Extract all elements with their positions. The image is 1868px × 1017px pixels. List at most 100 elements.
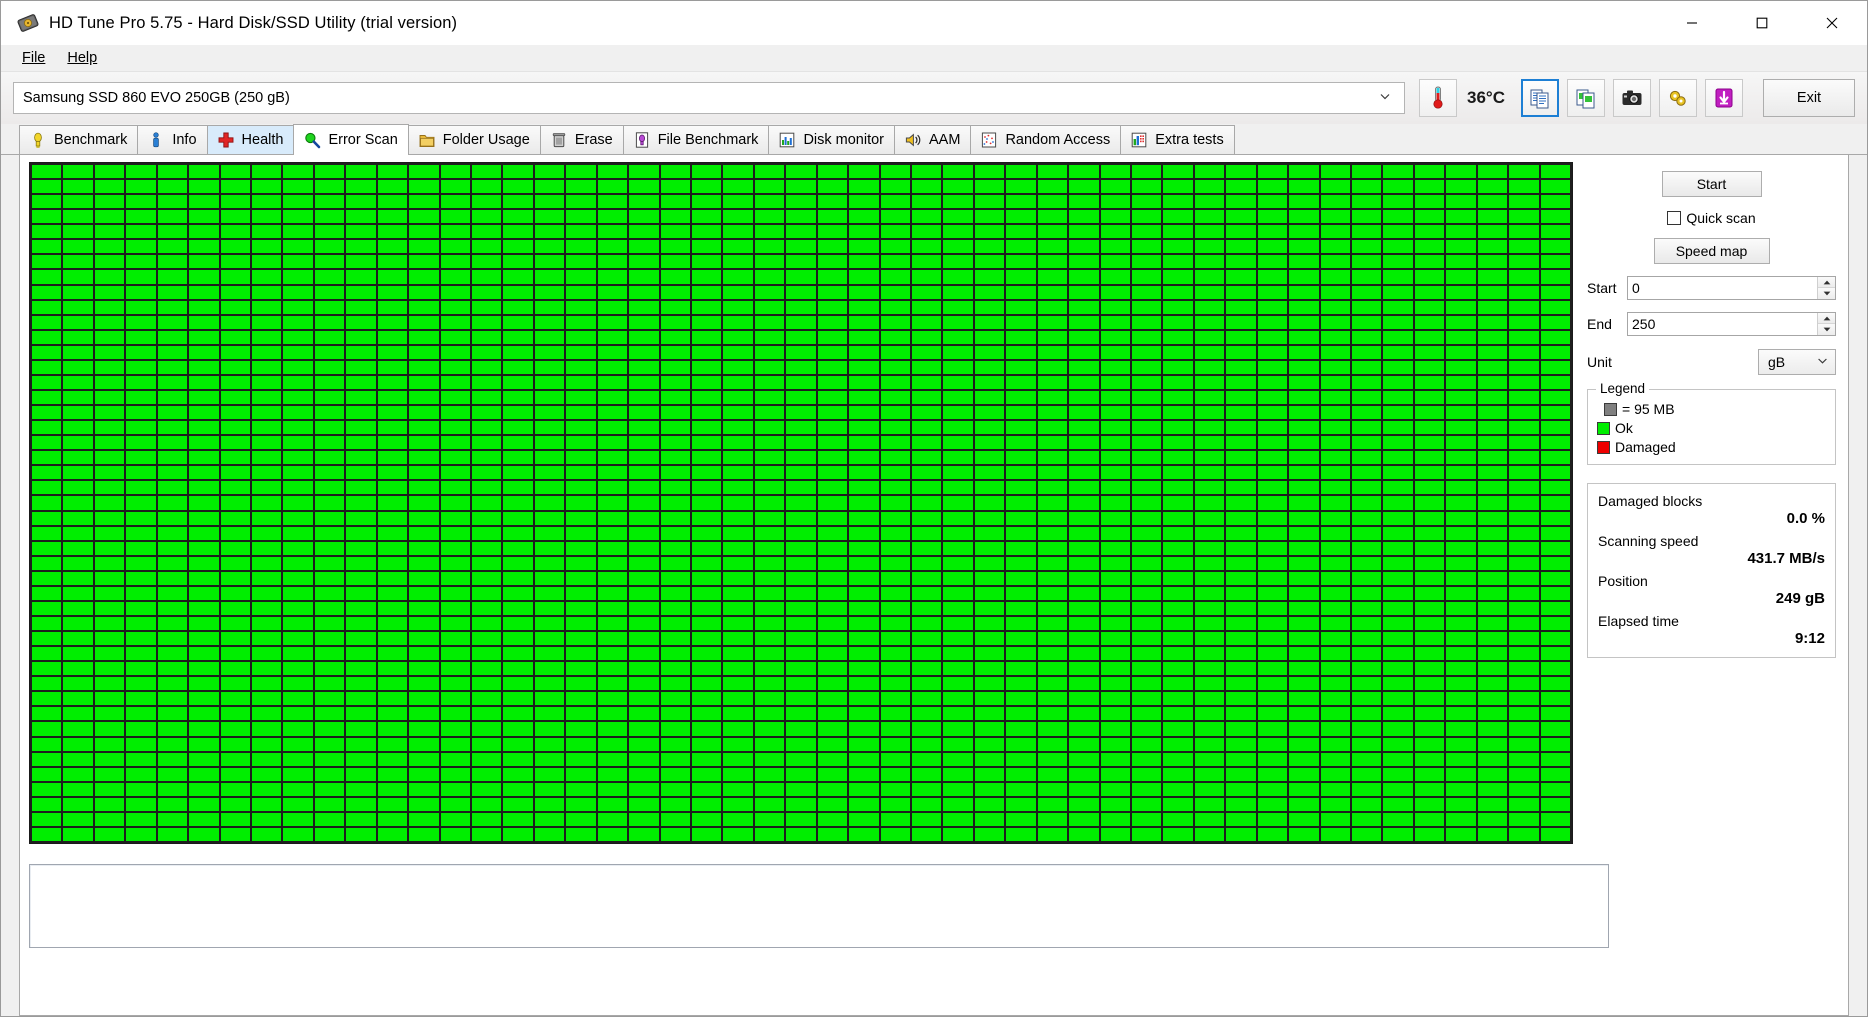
block-cell bbox=[94, 737, 125, 751]
tab-folder-usage[interactable]: Folder Usage bbox=[407, 125, 541, 154]
tab-file-benchmark[interactable]: File Benchmark bbox=[622, 125, 770, 154]
block-cell bbox=[1446, 180, 1476, 194]
block-cell bbox=[1352, 526, 1382, 540]
block-cell bbox=[63, 526, 93, 540]
block-cell bbox=[1006, 797, 1036, 811]
block-cell bbox=[252, 827, 282, 841]
copy-text-button[interactable] bbox=[1521, 79, 1559, 117]
quick-scan-checkbox[interactable]: Quick scan bbox=[1667, 210, 1756, 226]
block-cell bbox=[629, 767, 659, 781]
block-cell bbox=[597, 616, 628, 631]
block-cell bbox=[817, 375, 848, 389]
block-cell bbox=[754, 662, 785, 676]
tab-benchmark[interactable]: Benchmark bbox=[19, 125, 139, 154]
block-cell bbox=[786, 165, 816, 179]
block-cell bbox=[566, 767, 596, 781]
download-button[interactable] bbox=[1705, 79, 1743, 117]
tab-random-access[interactable]: Random Access bbox=[970, 125, 1122, 154]
speed-map-button[interactable]: Speed map bbox=[1653, 238, 1770, 264]
block-cell bbox=[974, 330, 1005, 344]
block-cell bbox=[440, 360, 470, 374]
block-cell bbox=[1006, 285, 1036, 299]
start-stepper[interactable] bbox=[1627, 276, 1836, 300]
block-cell bbox=[1289, 195, 1319, 209]
block-cell bbox=[786, 692, 816, 706]
block-cell bbox=[63, 782, 93, 796]
block-cell bbox=[692, 240, 722, 254]
start-input[interactable] bbox=[1628, 277, 1817, 299]
menu-item-file[interactable]: File bbox=[11, 47, 56, 69]
block-cell bbox=[189, 436, 219, 450]
tab-extra-tests[interactable]: Extra tests bbox=[1120, 125, 1235, 154]
tab-info[interactable]: Info bbox=[137, 125, 208, 154]
block-cell bbox=[1383, 451, 1413, 465]
log-output[interactable] bbox=[29, 864, 1609, 948]
unit-select[interactable]: gB bbox=[1758, 349, 1836, 375]
end-stepper[interactable] bbox=[1627, 312, 1836, 336]
block-cell bbox=[1226, 345, 1256, 359]
block-cell bbox=[1163, 647, 1193, 661]
end-input[interactable] bbox=[1628, 313, 1817, 335]
block-cell bbox=[1446, 647, 1476, 661]
block-cell bbox=[1226, 677, 1256, 691]
block-cell bbox=[566, 195, 596, 209]
block-cell bbox=[314, 285, 345, 299]
block-cell bbox=[252, 195, 282, 209]
block-cell bbox=[1006, 165, 1036, 179]
block-cell bbox=[1194, 571, 1225, 585]
block-cell bbox=[786, 345, 816, 359]
block-cell bbox=[1257, 827, 1288, 841]
block-cell bbox=[346, 526, 376, 540]
block-map[interactable] bbox=[29, 162, 1573, 844]
screenshot-button[interactable] bbox=[1613, 79, 1651, 117]
block-cell bbox=[32, 330, 62, 344]
tab-health[interactable]: Health bbox=[206, 125, 295, 154]
drive-select[interactable]: Samsung SSD 860 EVO 250GB (250 gB) bbox=[13, 82, 1406, 114]
maximize-button[interactable] bbox=[1727, 1, 1797, 45]
end-stepper-up[interactable] bbox=[1818, 313, 1835, 324]
tab-error-scan[interactable]: Error Scan bbox=[293, 124, 409, 155]
start-stepper-down[interactable] bbox=[1818, 288, 1835, 299]
tab-erase[interactable]: Erase bbox=[539, 125, 624, 154]
tab-aam-label: AAM bbox=[929, 132, 961, 148]
tab-disk-monitor[interactable]: Disk monitor bbox=[768, 125, 896, 154]
block-cell bbox=[1257, 616, 1288, 631]
block-cell bbox=[660, 526, 690, 540]
start-button[interactable]: Start bbox=[1661, 171, 1762, 197]
block-cell bbox=[1226, 632, 1256, 646]
block-cell bbox=[1383, 767, 1413, 781]
menu-item-help[interactable]: Help bbox=[56, 47, 108, 69]
block-cell bbox=[1194, 797, 1225, 811]
end-stepper-down[interactable] bbox=[1818, 324, 1835, 335]
block-cell bbox=[63, 255, 93, 269]
block-cell bbox=[1540, 647, 1570, 661]
block-cell bbox=[1132, 436, 1162, 450]
block-cell bbox=[283, 752, 313, 766]
copy-documents-icon bbox=[1530, 89, 1549, 109]
options-button[interactable] bbox=[1659, 79, 1697, 117]
block-cell bbox=[1540, 345, 1570, 359]
start-stepper-arrows[interactable] bbox=[1817, 277, 1835, 299]
thermometer-button[interactable] bbox=[1419, 79, 1458, 117]
block-cell bbox=[1540, 165, 1570, 179]
block-cell bbox=[1352, 210, 1382, 224]
end-stepper-arrows[interactable] bbox=[1817, 313, 1835, 335]
copy-image-button[interactable] bbox=[1567, 79, 1605, 117]
block-cell bbox=[1006, 421, 1036, 435]
minimize-button[interactable] bbox=[1657, 1, 1727, 45]
tab-aam[interactable]: AAM bbox=[894, 125, 972, 154]
block-cell bbox=[629, 240, 659, 254]
block-cell bbox=[252, 165, 282, 179]
start-stepper-up[interactable] bbox=[1818, 277, 1835, 288]
block-cell bbox=[94, 571, 125, 585]
block-cell bbox=[1037, 692, 1068, 706]
tab-content-error-scan: Start Quick scan Speed map Start 0 End 2… bbox=[19, 155, 1849, 1016]
close-button[interactable] bbox=[1797, 1, 1867, 45]
block-cell bbox=[1100, 375, 1130, 389]
block-cell bbox=[94, 436, 125, 450]
exit-button[interactable]: Exit bbox=[1763, 79, 1855, 117]
block-cell bbox=[472, 300, 502, 314]
block-cell bbox=[692, 195, 722, 209]
block-cell bbox=[597, 526, 628, 540]
block-cell bbox=[1477, 345, 1508, 359]
